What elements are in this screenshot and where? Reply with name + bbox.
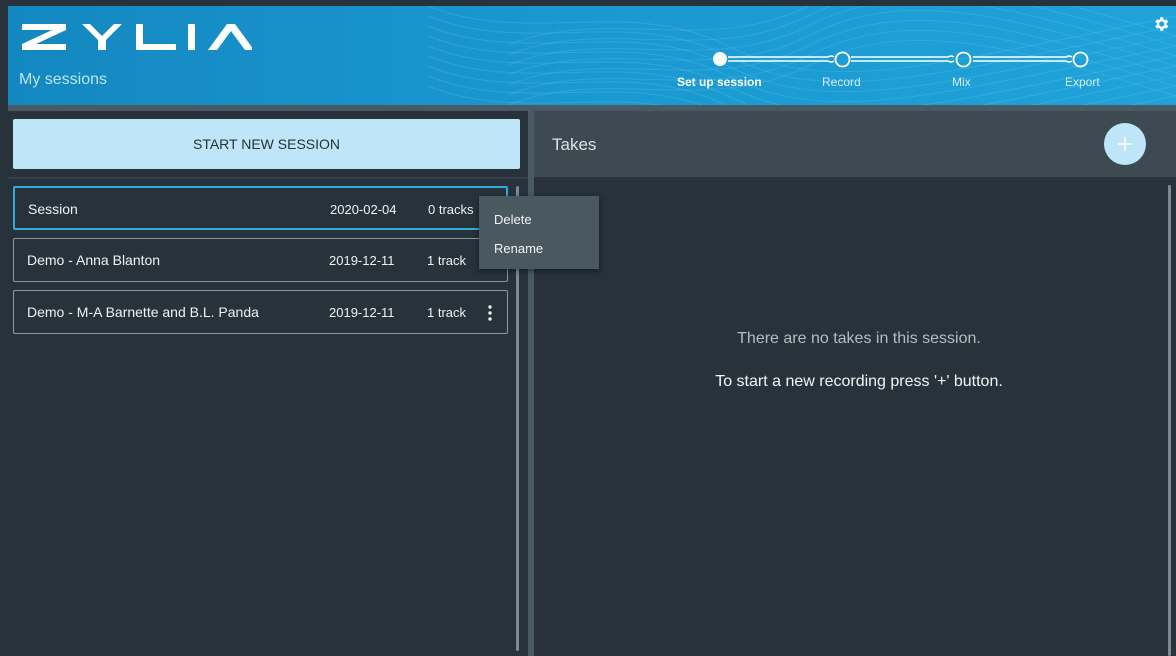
session-tracks: 1 track (427, 305, 467, 320)
menu-item-delete[interactable]: Delete (494, 212, 594, 227)
step-circle-icon[interactable] (955, 51, 972, 68)
session-row[interactable]: Demo - M-A Barnette and B.L. Panda 2019-… (13, 290, 508, 334)
plus-icon (1118, 137, 1132, 151)
session-date: 2019-12-11 (329, 305, 395, 320)
menu-item-rename[interactable]: Rename (494, 241, 594, 256)
sessions-panel: START NEW SESSION Session 2020-02-04 0 t… (8, 111, 528, 656)
more-vert-icon[interactable] (484, 304, 496, 322)
takes-scrollbar[interactable] (1168, 185, 1171, 656)
session-row[interactable]: Session 2020-02-04 0 tracks (13, 186, 508, 230)
list-separator (8, 177, 528, 179)
session-row[interactable]: Demo - Anna Blanton 2019-12-11 1 track (13, 238, 508, 282)
stepper-track (728, 55, 1073, 63)
session-name: Demo - Anna Blanton (27, 252, 161, 268)
app-header: My sessions Set up session Record Mix Ex… (8, 6, 1176, 105)
step-label-export[interactable]: Export (1065, 75, 1100, 89)
step-circle-icon[interactable] (834, 51, 851, 68)
session-tracks: 1 track (427, 253, 467, 268)
empty-state-hint: To start a new recording press '+' butto… (715, 373, 1003, 390)
takes-toolbar: Takes (534, 111, 1176, 177)
session-name: Demo - M-A Barnette and B.L. Panda (27, 304, 259, 320)
page-title: My sessions (19, 71, 108, 88)
empty-state-message: There are no takes in this session. (737, 330, 981, 347)
step-label-record[interactable]: Record (822, 75, 861, 89)
step-label-setup[interactable]: Set up session (677, 75, 762, 89)
start-new-session-button[interactable]: START NEW SESSION (13, 119, 520, 169)
step-dot-active-icon[interactable] (712, 51, 728, 67)
session-tracks: 0 tracks (428, 202, 474, 217)
session-context-menu: Delete Rename (479, 196, 599, 269)
session-date: 2020-02-04 (330, 202, 397, 217)
takes-title: Takes (552, 135, 597, 154)
gear-icon[interactable] (1152, 15, 1170, 33)
session-name: Session (28, 201, 78, 217)
zylia-logo (22, 24, 252, 50)
step-label-mix[interactable]: Mix (952, 75, 971, 89)
add-take-button[interactable] (1104, 123, 1146, 165)
step-circle-icon[interactable] (1072, 51, 1089, 68)
workflow-stepper: Set up session Record Mix Export (668, 47, 1108, 97)
takes-panel: Takes There are no takes in this session… (534, 111, 1176, 656)
session-date: 2019-12-11 (329, 253, 395, 268)
